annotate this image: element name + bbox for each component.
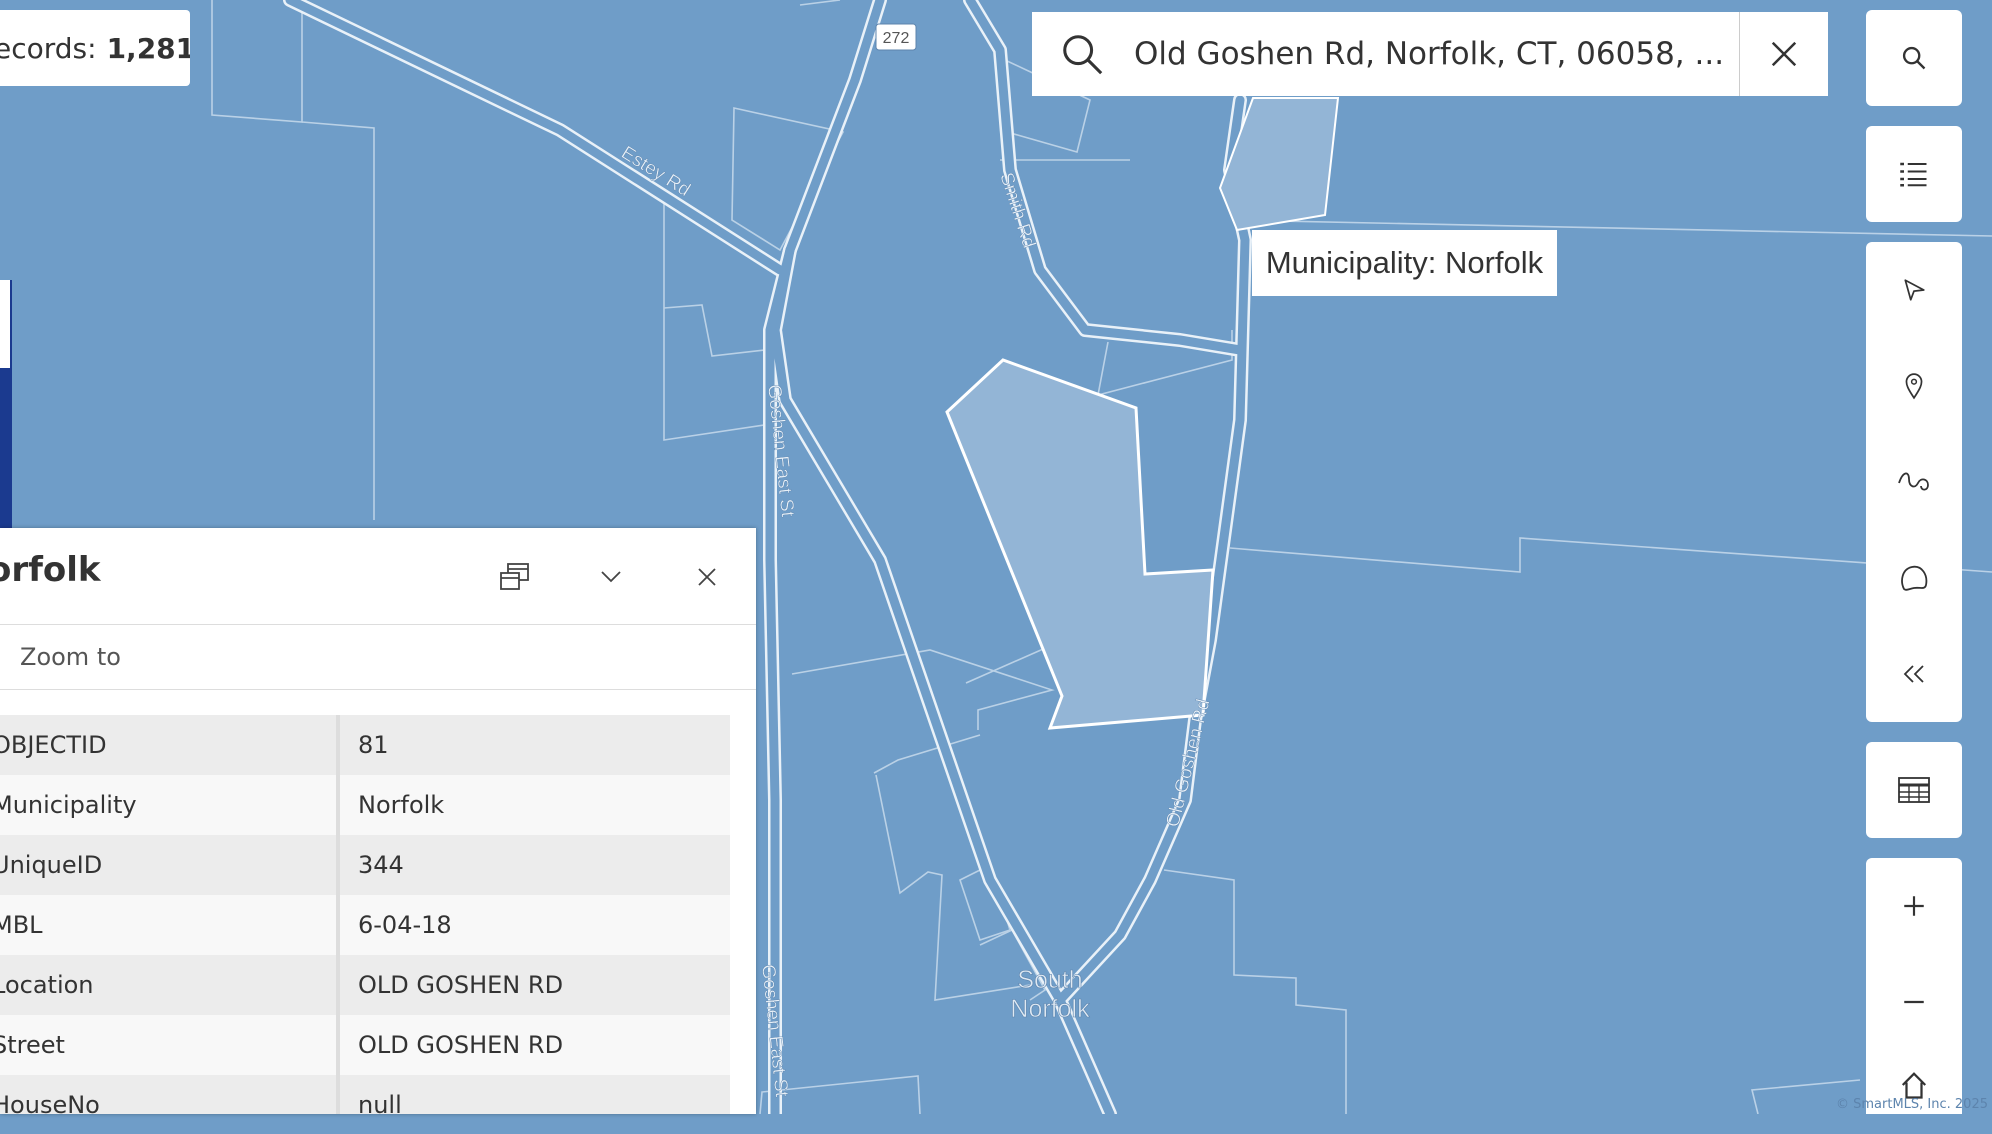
cursor-icon — [1904, 279, 1925, 301]
field-name: Location — [0, 971, 94, 999]
field-value: 344 — [358, 851, 404, 879]
feature-popup: orfolk Zoom to OBJECTID 81 Municipality No… — [0, 528, 756, 1114]
field-value: Norfolk — [358, 791, 445, 819]
minus-icon — [1904, 1000, 1924, 1004]
records-count: 1,281 — [106, 31, 190, 65]
records-counter: ecords: 1,281 — [0, 10, 190, 86]
search-input[interactable] — [1132, 23, 1736, 85]
table-row: OBJECTID 81 — [0, 715, 730, 775]
field-value: 81 — [358, 731, 389, 759]
copyright-attribution: © SmartMLS, Inc. 2025 — [1835, 1097, 1988, 1112]
field-value: OLD GOSHEN RD — [358, 971, 564, 999]
search-tool-button[interactable] — [1866, 10, 1962, 106]
list-icon — [1900, 162, 1927, 187]
zoom-controls — [1866, 858, 1962, 1114]
field-name: OBJECTID — [0, 731, 107, 759]
dock-icon — [500, 563, 529, 590]
point-tool-button[interactable] — [1866, 338, 1962, 434]
plus-icon — [1904, 896, 1924, 916]
dock-popup-button[interactable] — [490, 552, 540, 602]
freehand-polygon-icon — [1901, 565, 1928, 591]
layer-list-button[interactable] — [1866, 126, 1962, 222]
map-pin-icon — [1905, 373, 1923, 400]
field-name: Municipality — [0, 791, 137, 819]
search-icon[interactable] — [1032, 12, 1132, 96]
zoom-out-button[interactable] — [1866, 954, 1962, 1050]
freehand-polygon-tool-button[interactable] — [1866, 530, 1962, 626]
table-row: UniqueID 344 — [0, 835, 730, 895]
zoom-to-action[interactable]: Zoom to — [0, 625, 756, 690]
route-number-label: 272 — [883, 30, 910, 47]
table-row: Municipality Norfolk — [0, 775, 730, 835]
collapse-toolbar-button[interactable] — [1866, 626, 1962, 722]
close-icon — [1771, 41, 1797, 67]
norfolk-label: Norfolk — [1010, 995, 1090, 1023]
popup-title: orfolk — [0, 550, 101, 590]
field-value: null — [358, 1091, 402, 1114]
freehand-line-icon — [1898, 472, 1929, 491]
search-bar — [1032, 12, 1828, 96]
field-name: UniqueID — [0, 851, 103, 879]
close-popup-button[interactable] — [682, 552, 732, 602]
field-name: HouseNo — [0, 1091, 100, 1114]
table-row: Location OLD GOSHEN RD — [0, 955, 730, 1015]
freehand-line-tool-button[interactable] — [1866, 434, 1962, 530]
table-icon — [1898, 777, 1930, 803]
field-value: 6-04-18 — [358, 911, 452, 939]
select-tool-button[interactable] — [1866, 242, 1962, 338]
zoom-in-button[interactable] — [1866, 858, 1962, 954]
field-name: Street — [0, 1031, 65, 1059]
table-row: HouseNo null — [0, 1075, 730, 1114]
field-value: OLD GOSHEN RD — [358, 1031, 564, 1059]
south-label: South — [1017, 966, 1082, 994]
double-chevron-left-icon — [1903, 665, 1924, 683]
search-icon — [1902, 46, 1926, 70]
attribute-table: OBJECTID 81 Municipality Norfolk UniqueID 3… — [0, 715, 730, 1114]
chevron-down-icon — [601, 571, 621, 583]
home-icon — [1901, 1072, 1927, 1099]
left-panel-edge — [0, 280, 10, 368]
records-label: ecords: — [0, 31, 97, 65]
attribute-table-button[interactable] — [1866, 742, 1962, 838]
hover-tooltip: Municipality: Norfolk — [1252, 230, 1557, 296]
table-row: Street OLD GOSHEN RD — [0, 1015, 730, 1075]
collapse-popup-button[interactable] — [586, 552, 636, 602]
table-row: MBL 6-04-18 — [0, 895, 730, 955]
zoom-to-label: Zoom to — [20, 643, 121, 671]
close-icon — [698, 568, 716, 586]
draw-toolbar — [1866, 242, 1962, 722]
clear-search-button[interactable] — [1739, 12, 1828, 96]
field-name: MBL — [0, 911, 43, 939]
home-button[interactable] — [1866, 1050, 1962, 1134]
